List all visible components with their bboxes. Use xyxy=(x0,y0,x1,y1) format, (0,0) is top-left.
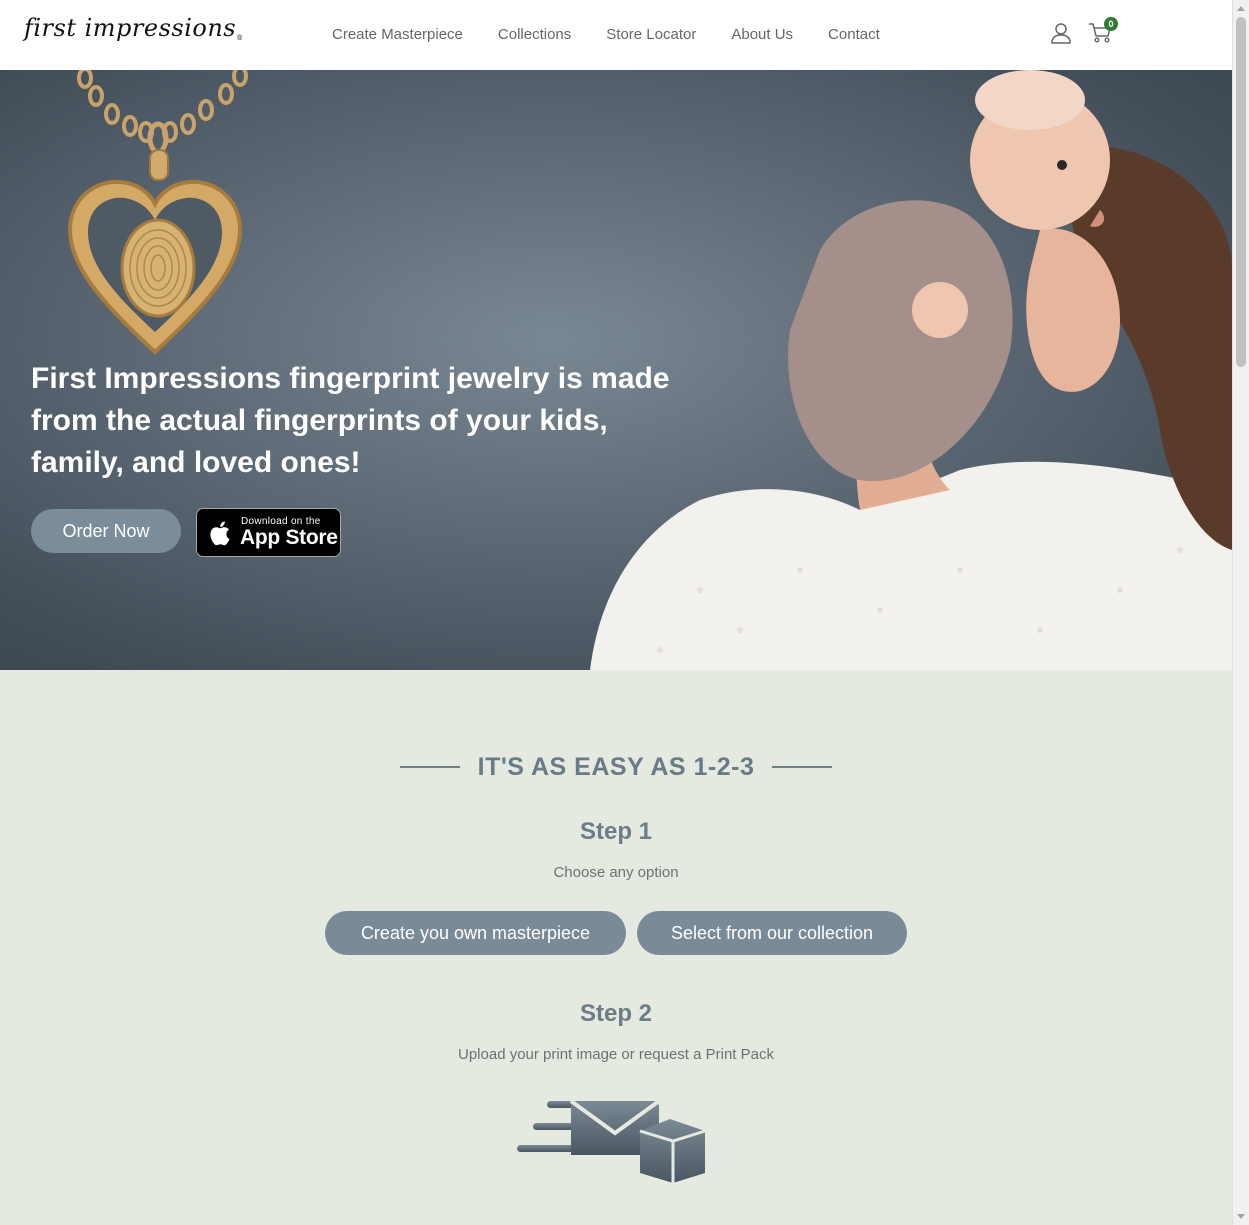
site-logo[interactable]: first impressions® xyxy=(24,14,244,42)
nav-store-locator[interactable]: Store Locator xyxy=(606,26,696,43)
site-header: first impressions® Create Masterpiece Co… xyxy=(0,0,1232,70)
nav-collections[interactable]: Collections xyxy=(498,26,571,43)
scroll-up-arrow[interactable] xyxy=(1237,6,1245,11)
nav-contact[interactable]: Contact xyxy=(828,26,880,43)
step2-subtitle: Upload your print image or request a Pri… xyxy=(458,1046,774,1063)
cart-count-badge: 0 xyxy=(1104,17,1118,31)
logo-registered-mark: ® xyxy=(236,34,244,42)
user-icon[interactable] xyxy=(1050,22,1072,44)
scrollbar-thumb[interactable] xyxy=(1236,17,1246,367)
nav-create-masterpiece[interactable]: Create Masterpiece xyxy=(332,26,463,43)
baby-body xyxy=(788,200,1013,482)
order-now-button[interactable]: Order Now xyxy=(31,509,181,553)
hero-banner: First Impressions fingerprint jewelry is… xyxy=(0,70,1232,670)
nav-about-us[interactable]: About Us xyxy=(731,26,793,43)
heading-line-right xyxy=(772,766,832,768)
section-heading: IT'S AS EASY AS 1-2-3 xyxy=(400,750,832,784)
step1-title: Step 1 xyxy=(579,818,653,845)
necklace-chain xyxy=(77,70,248,155)
page: first impressions® Create Masterpiece Co… xyxy=(0,0,1232,1225)
scroll-down-arrow[interactable] xyxy=(1237,1214,1245,1219)
step1-subtitle: Choose any option xyxy=(553,864,679,881)
vertical-scrollbar[interactable] xyxy=(1232,0,1249,1225)
logo-text: first impressions xyxy=(24,14,237,42)
hero-title: First Impressions fingerprint jewelry is… xyxy=(31,362,670,479)
appstore-big-text: App Store xyxy=(240,526,338,549)
apple-icon xyxy=(210,521,230,546)
create-masterpiece-button[interactable]: Create you own masterpiece xyxy=(325,911,626,955)
app-store-badge[interactable]: Download on the App Store xyxy=(196,508,341,557)
main-nav: Create Masterpiece Collections Store Loc… xyxy=(332,26,880,43)
select-collection-button[interactable]: Select from our collection xyxy=(637,911,907,955)
print-pack-icon xyxy=(517,1099,706,1183)
section-title: IT'S AS EASY AS 1-2-3 xyxy=(477,753,755,781)
step2-title: Step 2 xyxy=(579,1000,653,1027)
